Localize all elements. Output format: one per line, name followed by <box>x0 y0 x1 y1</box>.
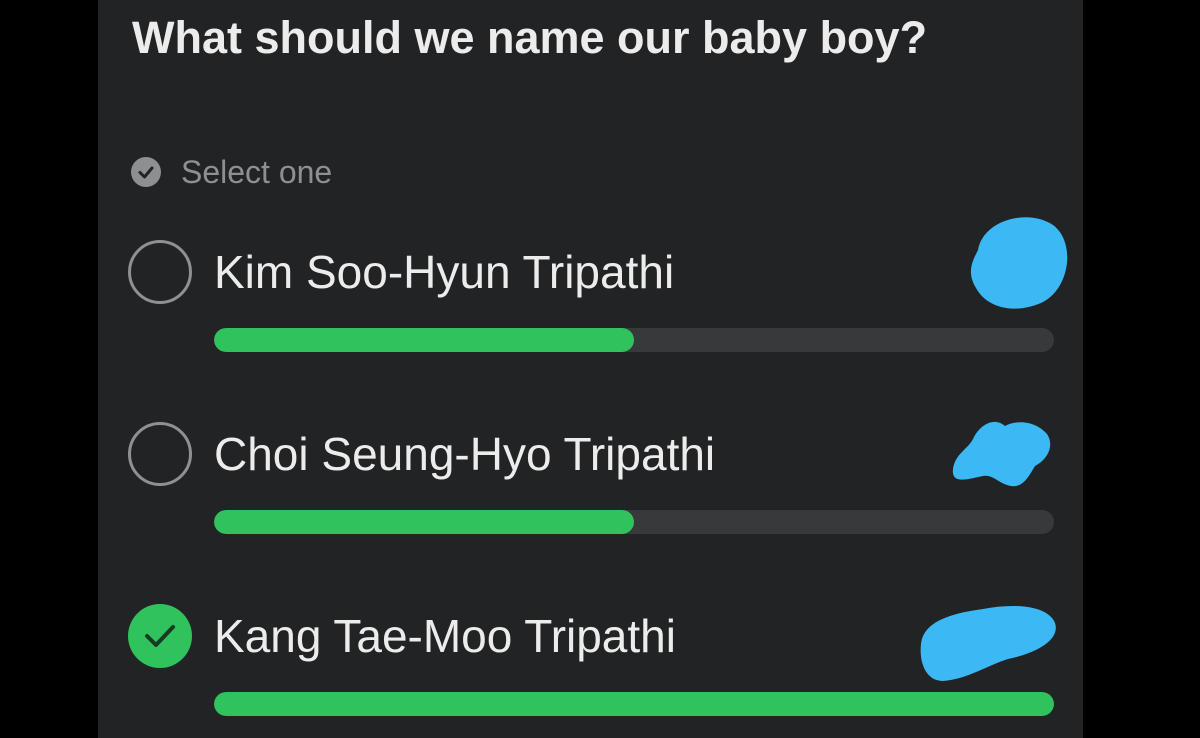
radio-button-checked[interactable] <box>128 604 192 668</box>
poll-option-label: Kim Soo-Hyun Tripathi <box>214 246 675 298</box>
poll-option[interactable]: Choi Seung-Hyo Tripathi <box>98 421 1083 572</box>
checkmark-icon <box>145 625 175 647</box>
radio-button[interactable] <box>128 422 192 486</box>
poll-mode-hint: Select one <box>131 152 332 192</box>
check-circle-icon <box>131 157 161 187</box>
radio-button[interactable] <box>128 240 192 304</box>
vote-progress-bar <box>214 328 1054 352</box>
vote-progress-bar <box>214 692 1054 716</box>
vote-progress-fill <box>214 328 634 352</box>
poll-option[interactable]: Kim Soo-Hyun Tripathi <box>98 217 1083 390</box>
poll-option-label: Choi Seung-Hyo Tripathi <box>214 428 716 480</box>
vote-progress-fill <box>214 692 1054 716</box>
poll-question: What should we name our baby boy? <box>132 12 928 63</box>
poll-mode-label: Select one <box>181 153 333 190</box>
vote-progress-bar <box>214 510 1054 534</box>
poll-option[interactable]: Kang Tae-Moo Tripathi <box>98 604 1083 738</box>
voter-avatars-redacted[interactable] <box>943 414 1058 499</box>
voter-avatars-redacted[interactable] <box>913 599 1063 689</box>
screen: What should we name our baby boy? Select… <box>0 0 1200 738</box>
poll-card: What should we name our baby boy? Select… <box>98 0 1083 738</box>
vote-progress-fill <box>214 510 634 534</box>
poll-option-label: Kang Tae-Moo Tripathi <box>214 610 676 662</box>
voter-avatars-redacted[interactable] <box>958 210 1073 320</box>
